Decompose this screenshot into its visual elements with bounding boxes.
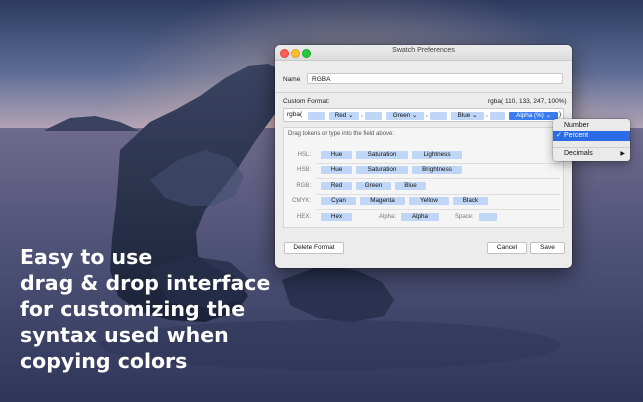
format-comma-text[interactable]: ,: [486, 111, 488, 118]
submenu-arrow-icon: ▶: [620, 151, 625, 157]
format-space-token[interactable]: [365, 112, 382, 120]
format-comma-text[interactable]: ,: [361, 111, 363, 118]
headline-line: Easy to use: [20, 245, 153, 269]
window-title: Swatch Preferences: [392, 47, 455, 54]
format-blue-token[interactable]: Blue ⌄: [451, 112, 484, 120]
hsl-saturation-token[interactable]: Saturation: [356, 151, 408, 159]
format-alpha-token[interactable]: Alpha (%) ⌄: [509, 112, 558, 120]
format-green-token[interactable]: Green ⌄: [386, 112, 424, 120]
row-divider: [317, 178, 560, 179]
hsb-saturation-token[interactable]: Saturation: [356, 166, 408, 174]
delete-format-button[interactable]: Delete Format: [284, 242, 344, 254]
rgb-green-token[interactable]: Green: [356, 182, 391, 190]
hsl-hue-token[interactable]: Hue: [321, 151, 352, 159]
row-divider: [317, 209, 560, 210]
menu-item-label: Number: [564, 122, 589, 129]
section-divider: [275, 92, 572, 93]
hex-token[interactable]: Hex: [321, 213, 352, 221]
token-label: Blue: [457, 112, 471, 119]
alpha-token[interactable]: Alpha: [401, 213, 439, 221]
menu-item-percent[interactable]: ✓ Percent: [553, 131, 630, 141]
chevron-down-icon: ⌄: [348, 112, 354, 119]
hsl-row-label: HSL:: [297, 152, 311, 158]
headline-line: copying colors: [20, 349, 188, 373]
token-label: Red: [334, 112, 347, 119]
headline-line: syntax used when: [20, 323, 229, 347]
chevron-down-icon: ⌄: [411, 112, 418, 119]
format-red-token[interactable]: Red ⌄: [329, 112, 359, 120]
rgb-blue-token[interactable]: Blue: [395, 182, 426, 190]
chevron-down-icon: ⌄: [472, 112, 478, 119]
space-label: Space:: [455, 214, 474, 220]
token-label: Green: [392, 112, 411, 119]
menu-item-label: Percent: [564, 132, 589, 139]
save-button[interactable]: Save: [530, 242, 565, 254]
format-close-text[interactable]: ): [559, 111, 561, 118]
token-palette-hint: Drag tokens or type into the field above…: [288, 131, 395, 137]
cmyk-yellow-token[interactable]: Yellow: [409, 197, 449, 205]
hsb-brightness-token[interactable]: Brightness: [412, 166, 462, 174]
format-preview: rgba( 110, 133, 247, 100%): [488, 98, 567, 105]
cmyk-magenta-token[interactable]: Magenta: [360, 197, 405, 205]
token-label: Alpha (%): [516, 112, 544, 119]
menu-separator: [553, 147, 630, 148]
row-divider: [317, 194, 560, 195]
custom-format-label: Custom Format:: [283, 98, 330, 105]
rgb-row-label: RGB:: [296, 183, 311, 189]
menu-item-label: Decimals: [564, 150, 593, 157]
space-token[interactable]: [479, 213, 497, 221]
chevron-down-icon: ⌄: [545, 112, 551, 119]
window-titlebar[interactable]: Swatch Preferences: [275, 45, 572, 61]
cancel-button[interactable]: Cancel: [487, 242, 527, 254]
menu-item-number[interactable]: Number: [553, 121, 630, 131]
cmyk-black-token[interactable]: Black: [453, 197, 488, 205]
marketing-headline: Easy to use drag & drop interface for cu…: [20, 244, 270, 374]
headline-line: for customizing the: [20, 297, 246, 321]
name-label: Name: [283, 76, 301, 83]
cmyk-cyan-token[interactable]: Cyan: [321, 197, 356, 205]
cmyk-row-label: CMYK:: [291, 198, 311, 204]
checkmark-icon: ✓: [556, 132, 562, 139]
format-space-token[interactable]: [490, 112, 505, 120]
format-space-token[interactable]: [308, 112, 325, 120]
format-comma-text[interactable]: ,: [426, 111, 428, 118]
hsb-row-label: HSB:: [296, 167, 311, 173]
name-input[interactable]: RGBA: [307, 73, 563, 84]
row-divider: [317, 163, 560, 164]
menu-item-decimals[interactable]: Decimals ▶: [553, 149, 630, 159]
hsb-hue-token[interactable]: Hue: [321, 166, 352, 174]
format-space-token[interactable]: [430, 112, 447, 120]
alpha-label: Alpha:: [379, 214, 397, 220]
format-prefix-text[interactable]: rgba(: [287, 111, 302, 118]
headline-line: drag & drop interface: [20, 271, 271, 295]
hsl-lightness-token[interactable]: Lightness: [412, 151, 462, 159]
rgb-red-token[interactable]: Red: [321, 182, 352, 190]
hex-row-label: HEX:: [296, 214, 311, 220]
